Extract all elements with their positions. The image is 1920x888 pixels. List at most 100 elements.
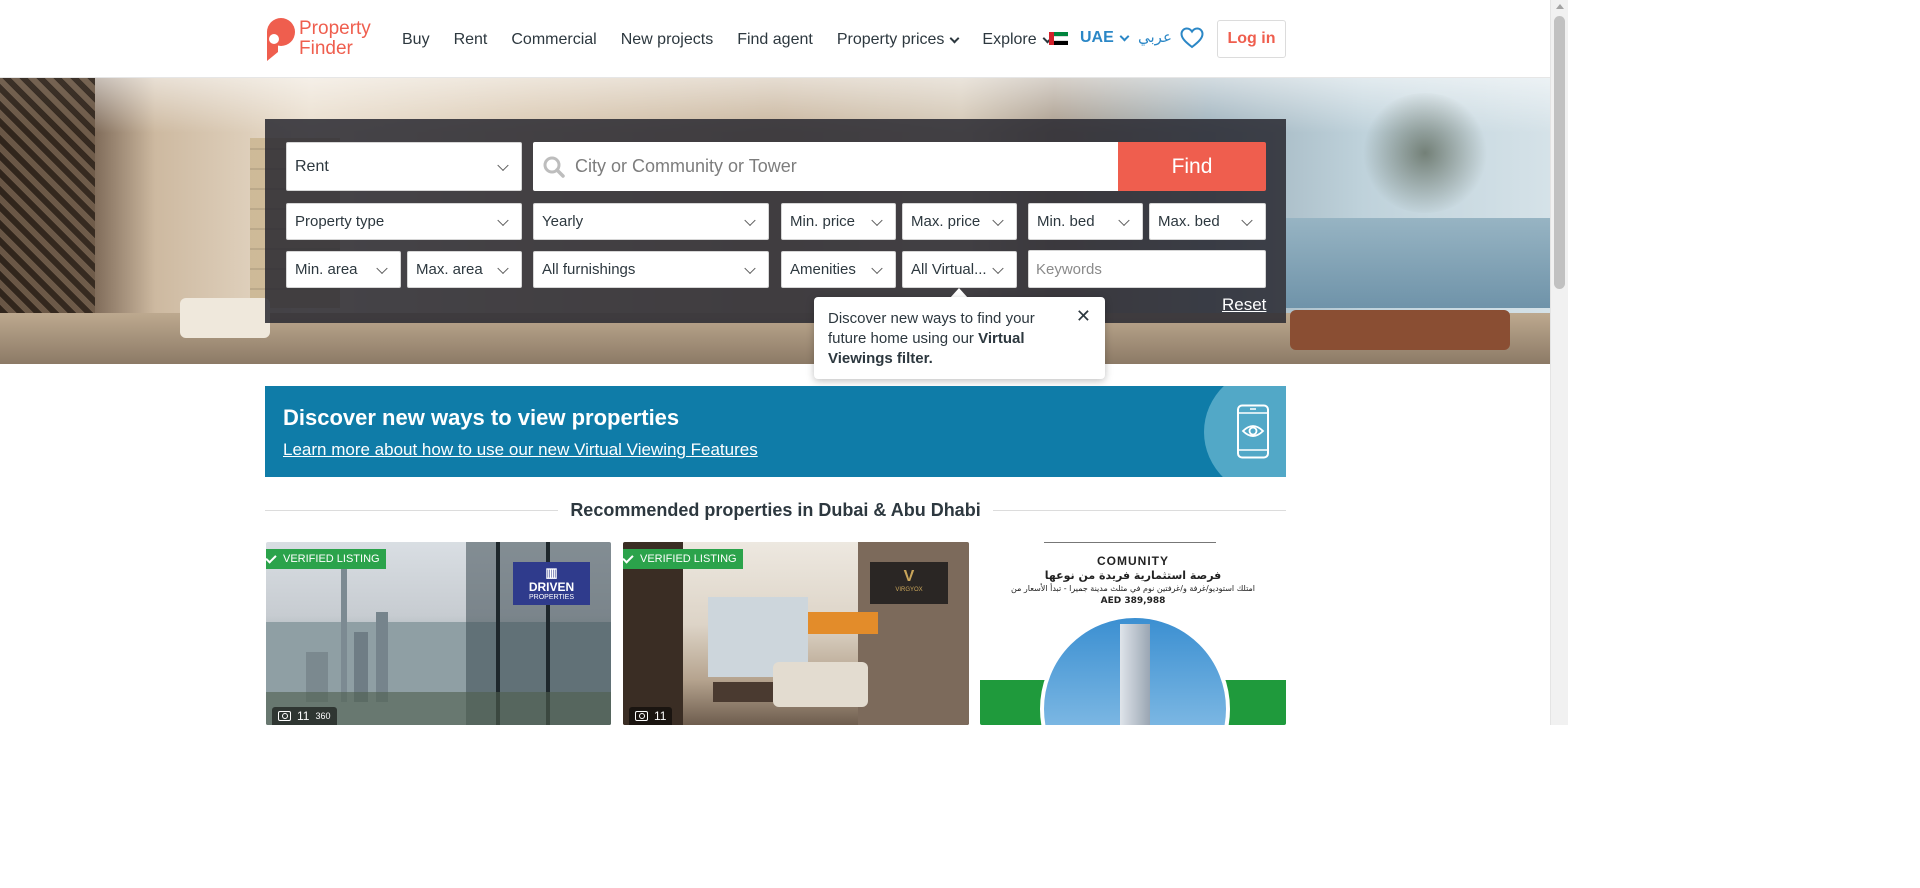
nav-commercial[interactable]: Commercial [511,31,596,49]
rent-period-select[interactable]: Yearly [533,203,769,240]
photo-count: 11 360 [272,707,337,725]
page-scrollbar[interactable] [1550,0,1568,725]
verified-listing-label: VERIFIED LISTING [283,553,380,565]
nav-buy-label: Buy [402,31,430,48]
phone-eye-icon [1237,404,1269,459]
keywords-input[interactable] [1029,251,1265,287]
recommended-title: Recommended properties in Dubai & Abu Dh… [570,499,981,520]
photo-count-value: 11 [654,709,667,723]
banner-learn-more-link[interactable]: Learn more about how to use our new Virt… [283,440,758,460]
chevron-down-icon [497,214,509,226]
keywords-field[interactable] [1028,250,1266,288]
location-search-input[interactable] [575,156,1095,177]
search-icon [543,156,565,178]
chevron-down-icon [992,214,1004,226]
advertisement-card[interactable]: COMUNITY فرصة استثمارية فريدة من نوعها ا… [980,542,1286,725]
divider [992,509,1287,511]
virtual-viewing-select[interactable]: All Virtual... [902,251,1017,288]
tooltip-text: Discover new ways to find your future ho… [828,309,1058,369]
chevron-down-icon [992,262,1004,274]
agency-logo: ▥ DRIVEN PROPERTIES [513,562,590,605]
category-select-value: Rent [295,157,329,175]
property-finder-logo[interactable]: Property Finder [264,16,379,62]
country-selector[interactable]: UAE [1080,29,1130,47]
max-area-select[interactable]: Max. area [407,251,522,288]
camera-icon [278,711,291,721]
close-icon[interactable]: ✕ [1076,307,1091,325]
nav-explore[interactable]: Explore [982,31,1053,49]
logo-line-2: Finder [299,38,353,59]
nav-property-prices[interactable]: Property prices [836,31,960,49]
verified-listing-badge: VERIFIED LISTING [623,549,743,569]
nav-find-agent-label: Find agent [737,31,813,48]
photo-count: 11 [629,707,673,725]
nav-rent[interactable]: Rent [454,31,488,49]
chevron-down-icon [497,262,509,274]
min-area-value: Min. area [295,261,358,278]
chevron-down-icon [744,262,756,274]
ad-title: COMUNITY [1097,554,1169,568]
country-label: UAE [1080,29,1114,46]
divider [265,509,559,511]
max-price-select[interactable]: Max. price [902,203,1017,240]
nav-new-projects-label: New projects [620,31,714,48]
chevron-down-icon [497,159,509,171]
agency-name: VIRGYOX [895,587,923,593]
amenities-select[interactable]: Amenities [781,251,896,288]
agency-name: DRIVEN [528,580,575,594]
furnishings-select[interactable]: All furnishings [533,251,769,288]
v-emblem-icon: V [903,568,915,585]
category-select[interactable]: Rent [286,142,522,191]
check-icon [266,551,277,564]
reset-link[interactable]: Reset [1222,295,1266,315]
min-area-select[interactable]: Min. area [286,251,401,288]
find-button[interactable]: Find [1118,142,1266,191]
language-switch[interactable]: عربي [1138,28,1172,46]
property-type-value: Property type [295,213,385,230]
location-search-field[interactable] [533,142,1119,191]
max-area-value: Max. area [416,261,483,278]
chevron-down-icon [1119,31,1130,41]
verified-listing-badge: VERIFIED LISTING [266,549,386,569]
virtual-viewing-value: All Virtual... [911,261,987,278]
logo-mark-icon [267,17,295,61]
property-card[interactable]: VERIFIED LISTING ▥ DRIVEN PROPERTIES 11 … [266,542,611,725]
chevron-down-icon [1241,214,1253,226]
agency-subname: PROPERTIES [529,594,574,601]
page: Property Finder Buy Rent Commercial New … [0,0,1568,725]
max-bed-select[interactable]: Max. bed [1149,203,1266,240]
ad-headline: فرصة استثمارية فريدة من نوعها [1044,569,1222,582]
property-card[interactable]: VERIFIED LISTING V VIRGYOX 11 [623,542,969,725]
verified-listing-label: VERIFIED LISTING [640,553,737,565]
nav-commercial-label: Commercial [511,31,597,48]
nav-buy[interactable]: Buy [402,31,430,49]
nav-new-projects[interactable]: New projects [621,31,713,49]
chevron-down-icon [744,214,756,226]
ad-subline: امتلك استوديو/غرفة و/غرفتين نوم في مثلث … [1011,584,1255,593]
virtual-viewings-tooltip: Discover new ways to find your future ho… [814,297,1105,379]
chevron-down-icon [1118,214,1130,226]
min-bed-value: Min. bed [1037,213,1095,230]
ad-rule [1044,542,1216,543]
check-icon [623,551,634,564]
nav-explore-label: Explore [982,31,1037,48]
min-price-select[interactable]: Min. price [781,203,896,240]
min-price-value: Min. price [790,213,856,230]
property-type-select[interactable]: Property type [286,203,522,240]
min-bed-select[interactable]: Min. bed [1028,203,1143,240]
nav-rent-label: Rent [453,31,488,48]
heart-icon[interactable] [1180,27,1204,49]
ad-tower-image [1120,624,1150,725]
main-nav: Buy Rent Commercial New projects Find ag… [402,29,1075,51]
amenities-value: Amenities [790,261,856,278]
chevron-down-icon [871,262,883,274]
scroll-up-arrow-icon[interactable] [1556,4,1564,9]
login-button[interactable]: Log in [1217,20,1286,58]
chevron-down-icon [376,262,388,274]
photo-count-value: 11 [297,709,310,723]
max-price-value: Max. price [911,213,981,230]
scrollbar-thumb[interactable] [1554,16,1565,289]
nav-property-prices-label: Property prices [836,31,945,48]
agency-logo: V VIRGYOX [870,562,948,604]
nav-find-agent[interactable]: Find agent [737,31,813,49]
